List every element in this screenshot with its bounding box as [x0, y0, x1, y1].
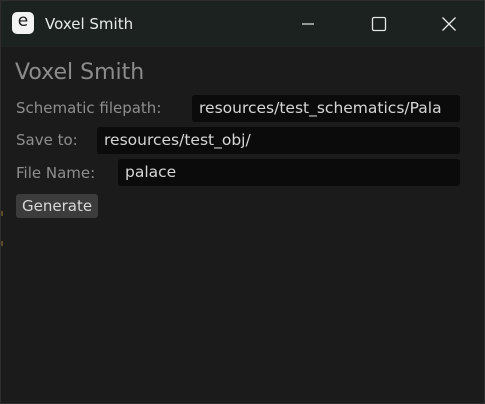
file-name-input[interactable] — [118, 159, 460, 186]
save-to-label: Save to: — [16, 131, 78, 149]
generate-button[interactable]: Generate — [16, 194, 99, 218]
title-bar[interactable]: e Voxel Smith — [1, 1, 484, 47]
schematic-filepath-input[interactable] — [192, 95, 460, 122]
app-content: Voxel Smith Schematic filepath: Save to:… — [1, 47, 484, 403]
schematic-filepath-label: Schematic filepath: — [16, 99, 162, 117]
background-window-edge — [1, 241, 3, 246]
background-window-edge — [1, 211, 3, 216]
app-heading: Voxel Smith — [15, 60, 145, 85]
minimize-button[interactable] — [280, 1, 336, 47]
minimize-icon — [302, 23, 314, 25]
file-name-label: File Name: — [16, 164, 96, 182]
app-window: e Voxel Smith Voxel Smith Schematic file… — [0, 0, 485, 404]
app-icon: e — [12, 12, 34, 34]
close-button[interactable] — [421, 1, 477, 47]
app-icon-letter: e — [17, 11, 29, 31]
save-to-input[interactable] — [97, 127, 460, 154]
close-icon — [442, 17, 456, 31]
window-title: Voxel Smith — [45, 15, 134, 33]
maximize-icon — [371, 16, 387, 32]
maximize-button[interactable] — [351, 1, 407, 47]
